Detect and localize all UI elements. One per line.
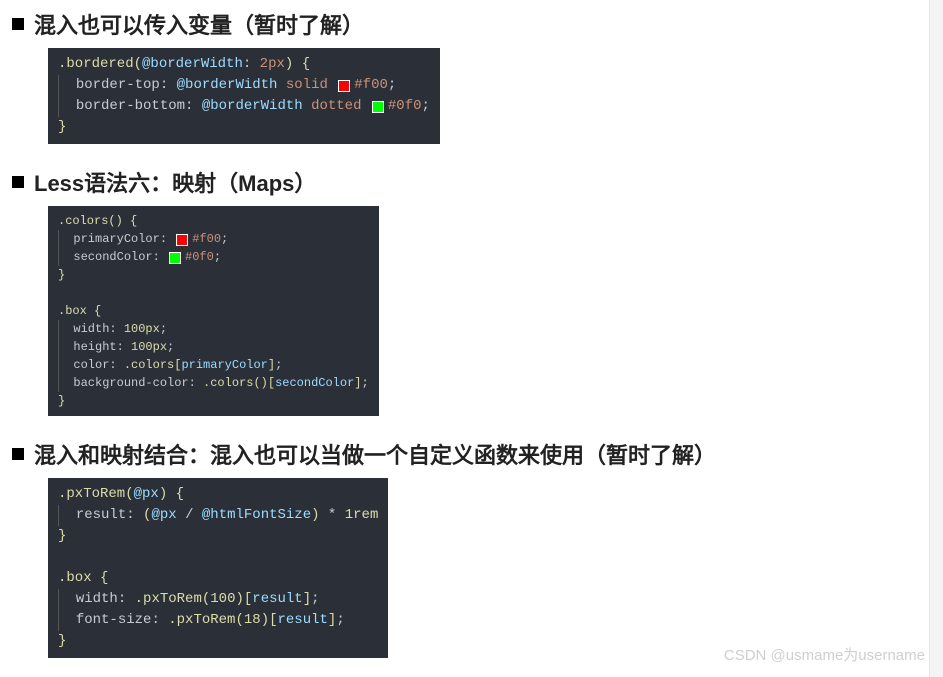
code-line: width: .pxToRem(100)[result]; xyxy=(58,589,378,610)
section-row-1: 混入也可以传入变量（暂时了解） xyxy=(12,8,943,40)
code-line: background-color: .colors()[secondColor]… xyxy=(58,374,369,392)
bullet-icon xyxy=(12,176,24,188)
section-row-3: 混入和映射结合：混入也可以当做一个自定义函数来使用（暂时了解） xyxy=(12,438,943,470)
code-line: primaryColor: #f00; xyxy=(58,230,369,248)
scrollbar-track[interactable] xyxy=(929,0,943,677)
code-line: secondColor: #0f0; xyxy=(58,248,369,266)
document-content: 混入也可以传入变量（暂时了解） .bordered(@borderWidth: … xyxy=(0,0,943,658)
code-line: color: .colors[primaryColor]; xyxy=(58,356,369,374)
code-line: } xyxy=(58,526,378,547)
code-line: font-size: .pxToRem(18)[result]; xyxy=(58,610,378,631)
code-block-1: .bordered(@borderWidth: 2px) { border-to… xyxy=(48,48,440,144)
section-row-2: Less语法六：映射（Maps） xyxy=(12,166,943,198)
code-line: .box { xyxy=(58,568,378,589)
code-block-3: .pxToRem(@px) { result: (@px / @htmlFont… xyxy=(48,478,388,658)
color-swatch-green xyxy=(372,101,384,113)
code-line: border-top: @borderWidth solid #f00; xyxy=(58,75,430,96)
code-line: } xyxy=(58,266,369,284)
section-title-1: 混入也可以传入变量（暂时了解） xyxy=(34,8,364,40)
section-title-3: 混入和映射结合：混入也可以当做一个自定义函数来使用（暂时了解） xyxy=(34,438,716,470)
code-line: height: 100px; xyxy=(58,338,369,356)
code-block-2: .colors() { primaryColor: #f00; secondCo… xyxy=(48,206,379,416)
bullet-icon xyxy=(12,18,24,30)
code-line: .bordered(@borderWidth: 2px) { xyxy=(58,54,430,75)
color-swatch-red xyxy=(338,80,350,92)
code-line: width: 100px; xyxy=(58,320,369,338)
code-line: border-bottom: @borderWidth dotted #0f0; xyxy=(58,96,430,117)
code-line xyxy=(58,547,378,568)
code-line: } xyxy=(58,117,430,138)
code-line: result: (@px / @htmlFontSize) * 1rem xyxy=(58,505,378,526)
color-swatch-green xyxy=(169,252,181,264)
color-swatch-red xyxy=(176,234,188,246)
section-title-2: Less语法六：映射（Maps） xyxy=(34,166,316,198)
code-line xyxy=(58,284,369,302)
bullet-icon xyxy=(12,448,24,460)
watermark-text: CSDN @usmame为username xyxy=(724,644,925,665)
code-wrap-1: .bordered(@borderWidth: 2px) { border-to… xyxy=(48,48,943,144)
code-wrap-2: .colors() { primaryColor: #f00; secondCo… xyxy=(48,206,943,416)
code-line: } xyxy=(58,631,378,652)
code-line: } xyxy=(58,392,369,410)
code-line: .box { xyxy=(58,302,369,320)
code-wrap-3: .pxToRem(@px) { result: (@px / @htmlFont… xyxy=(48,478,943,658)
code-line: .colors() { xyxy=(58,212,369,230)
code-line: .pxToRem(@px) { xyxy=(58,484,378,505)
